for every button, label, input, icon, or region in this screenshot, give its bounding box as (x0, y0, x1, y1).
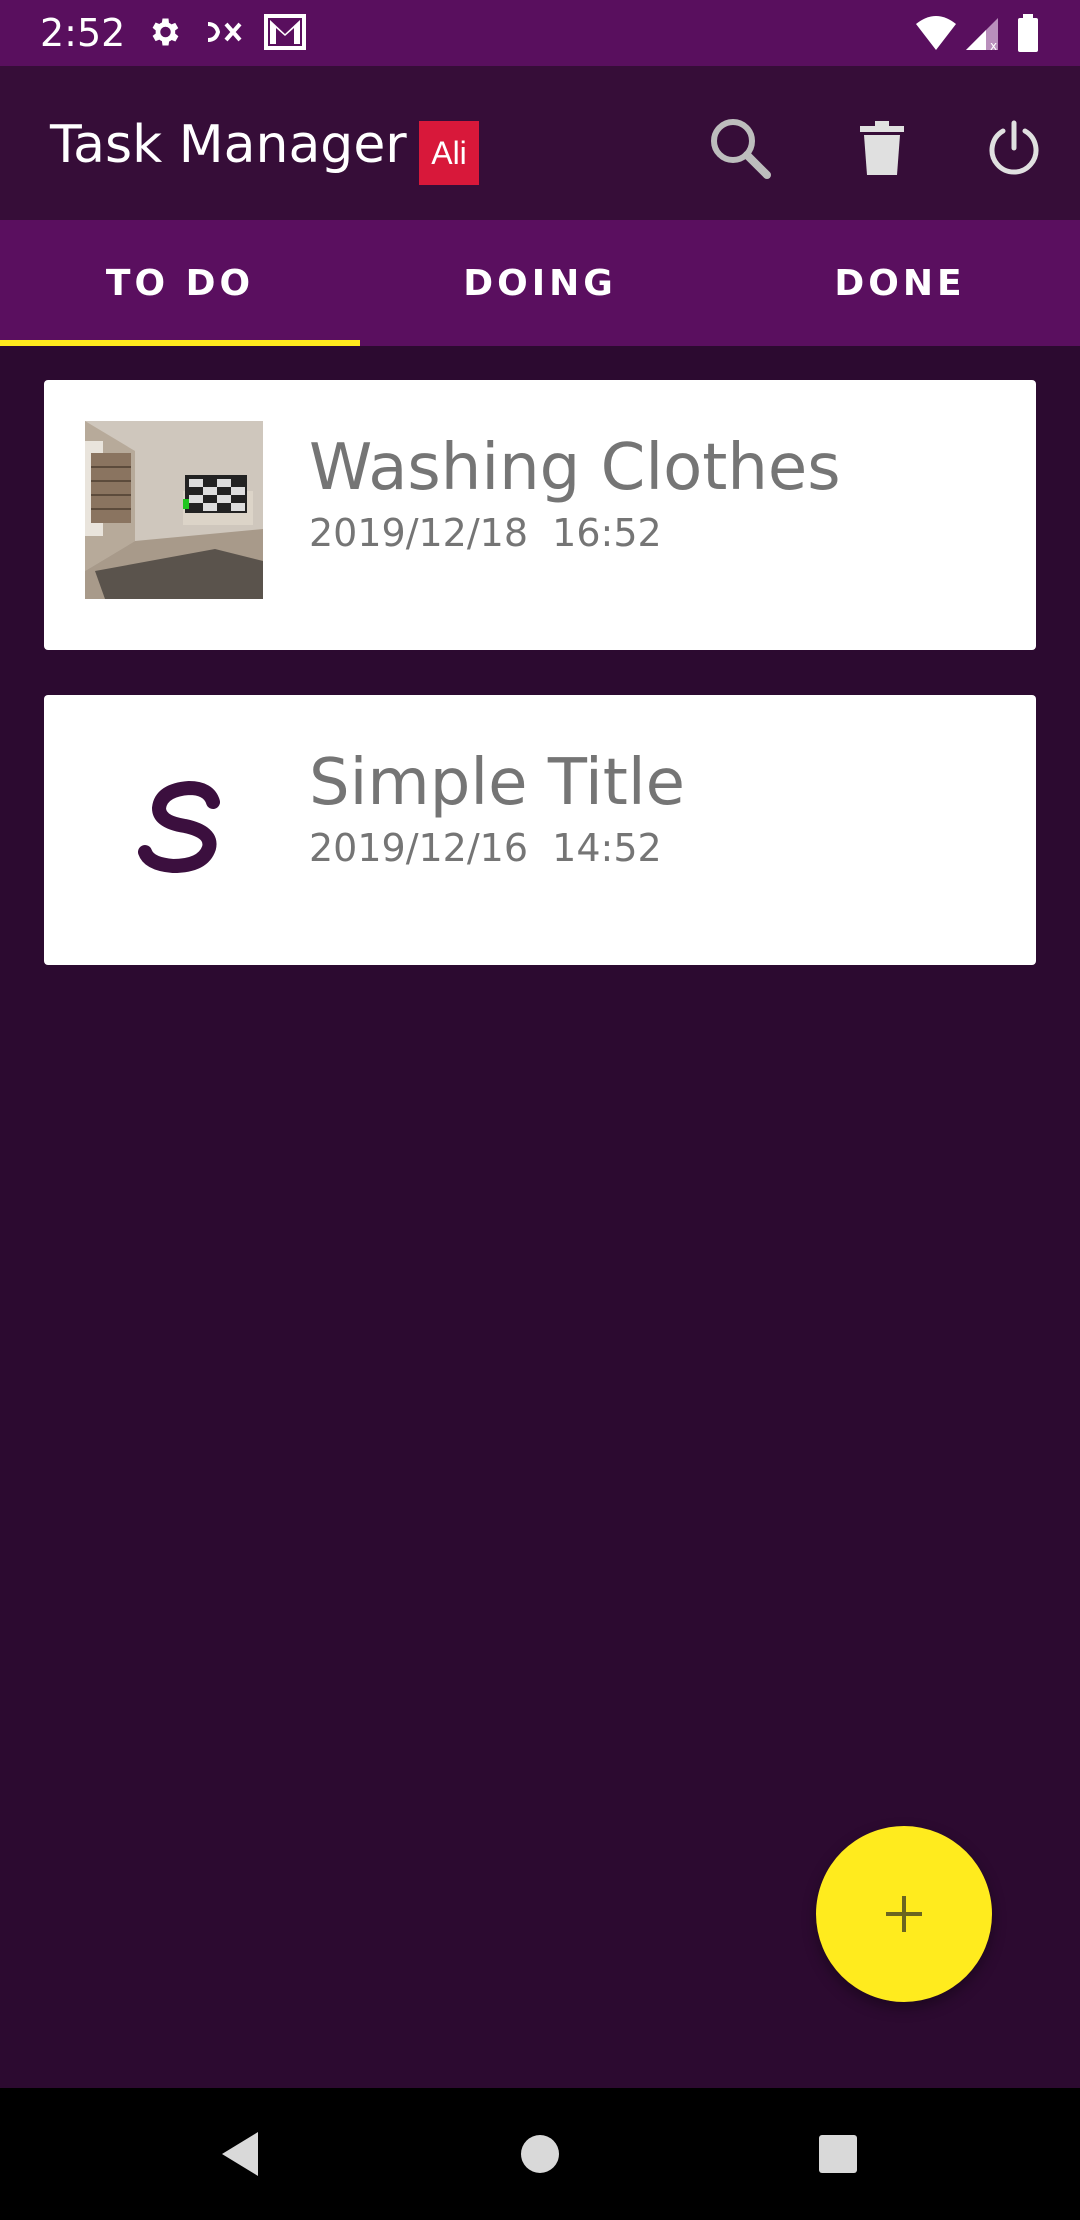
battery-icon (1016, 14, 1040, 57)
search-icon (711, 119, 771, 179)
gmail-icon (264, 14, 306, 55)
recents-button[interactable] (802, 2118, 874, 2190)
settings-gear-icon (146, 14, 182, 55)
user-badge: Ali (419, 121, 479, 185)
trash-icon (860, 121, 904, 175)
status-bar: 2:52 x (0, 0, 1080, 66)
cellular-signal-icon: x (964, 14, 1002, 57)
status-time: 2:52 (40, 11, 126, 55)
app-notification-icon (204, 14, 244, 55)
screen: 2:52 x Task Manager Ali TO DO DOING DONE… (0, 0, 1080, 2220)
back-icon (222, 2132, 258, 2176)
svg-text:x: x (990, 39, 997, 52)
task-thumbnail-letter-s-image (85, 736, 263, 914)
tab-doing[interactable]: DOING (360, 220, 720, 346)
home-icon (521, 2135, 559, 2173)
navigation-bar (0, 2088, 1080, 2220)
tab-done[interactable]: DONE (720, 220, 1080, 346)
search-button[interactable] (702, 110, 778, 186)
task-card[interactable]: Simple Title 2019/12/16 14:52 (44, 695, 1036, 965)
tab-bar: TO DO DOING DONE (0, 220, 1080, 346)
power-icon (989, 120, 1039, 175)
recents-icon (819, 2135, 857, 2173)
home-button[interactable] (504, 2118, 576, 2190)
wifi-icon (914, 14, 958, 57)
task-card[interactable]: Washing Clothes 2019/12/18 16:52 (44, 380, 1036, 650)
add-task-button[interactable] (816, 1826, 992, 2002)
task-title: Simple Title (309, 746, 686, 820)
back-button[interactable] (204, 2118, 276, 2190)
task-date: 2019/12/18 16:52 (309, 511, 662, 555)
logout-button[interactable] (976, 110, 1052, 186)
tab-to-do[interactable]: TO DO (0, 220, 360, 346)
plus-icon (886, 1896, 922, 1932)
task-title: Washing Clothes (309, 431, 841, 505)
task-date: 2019/12/16 14:52 (309, 826, 662, 870)
app-title: Task Manager (50, 115, 407, 175)
delete-button[interactable] (844, 110, 920, 186)
app-bar: Task Manager Ali (0, 66, 1080, 220)
tab-indicator (0, 340, 360, 346)
task-thumbnail-room-photo (85, 421, 263, 599)
